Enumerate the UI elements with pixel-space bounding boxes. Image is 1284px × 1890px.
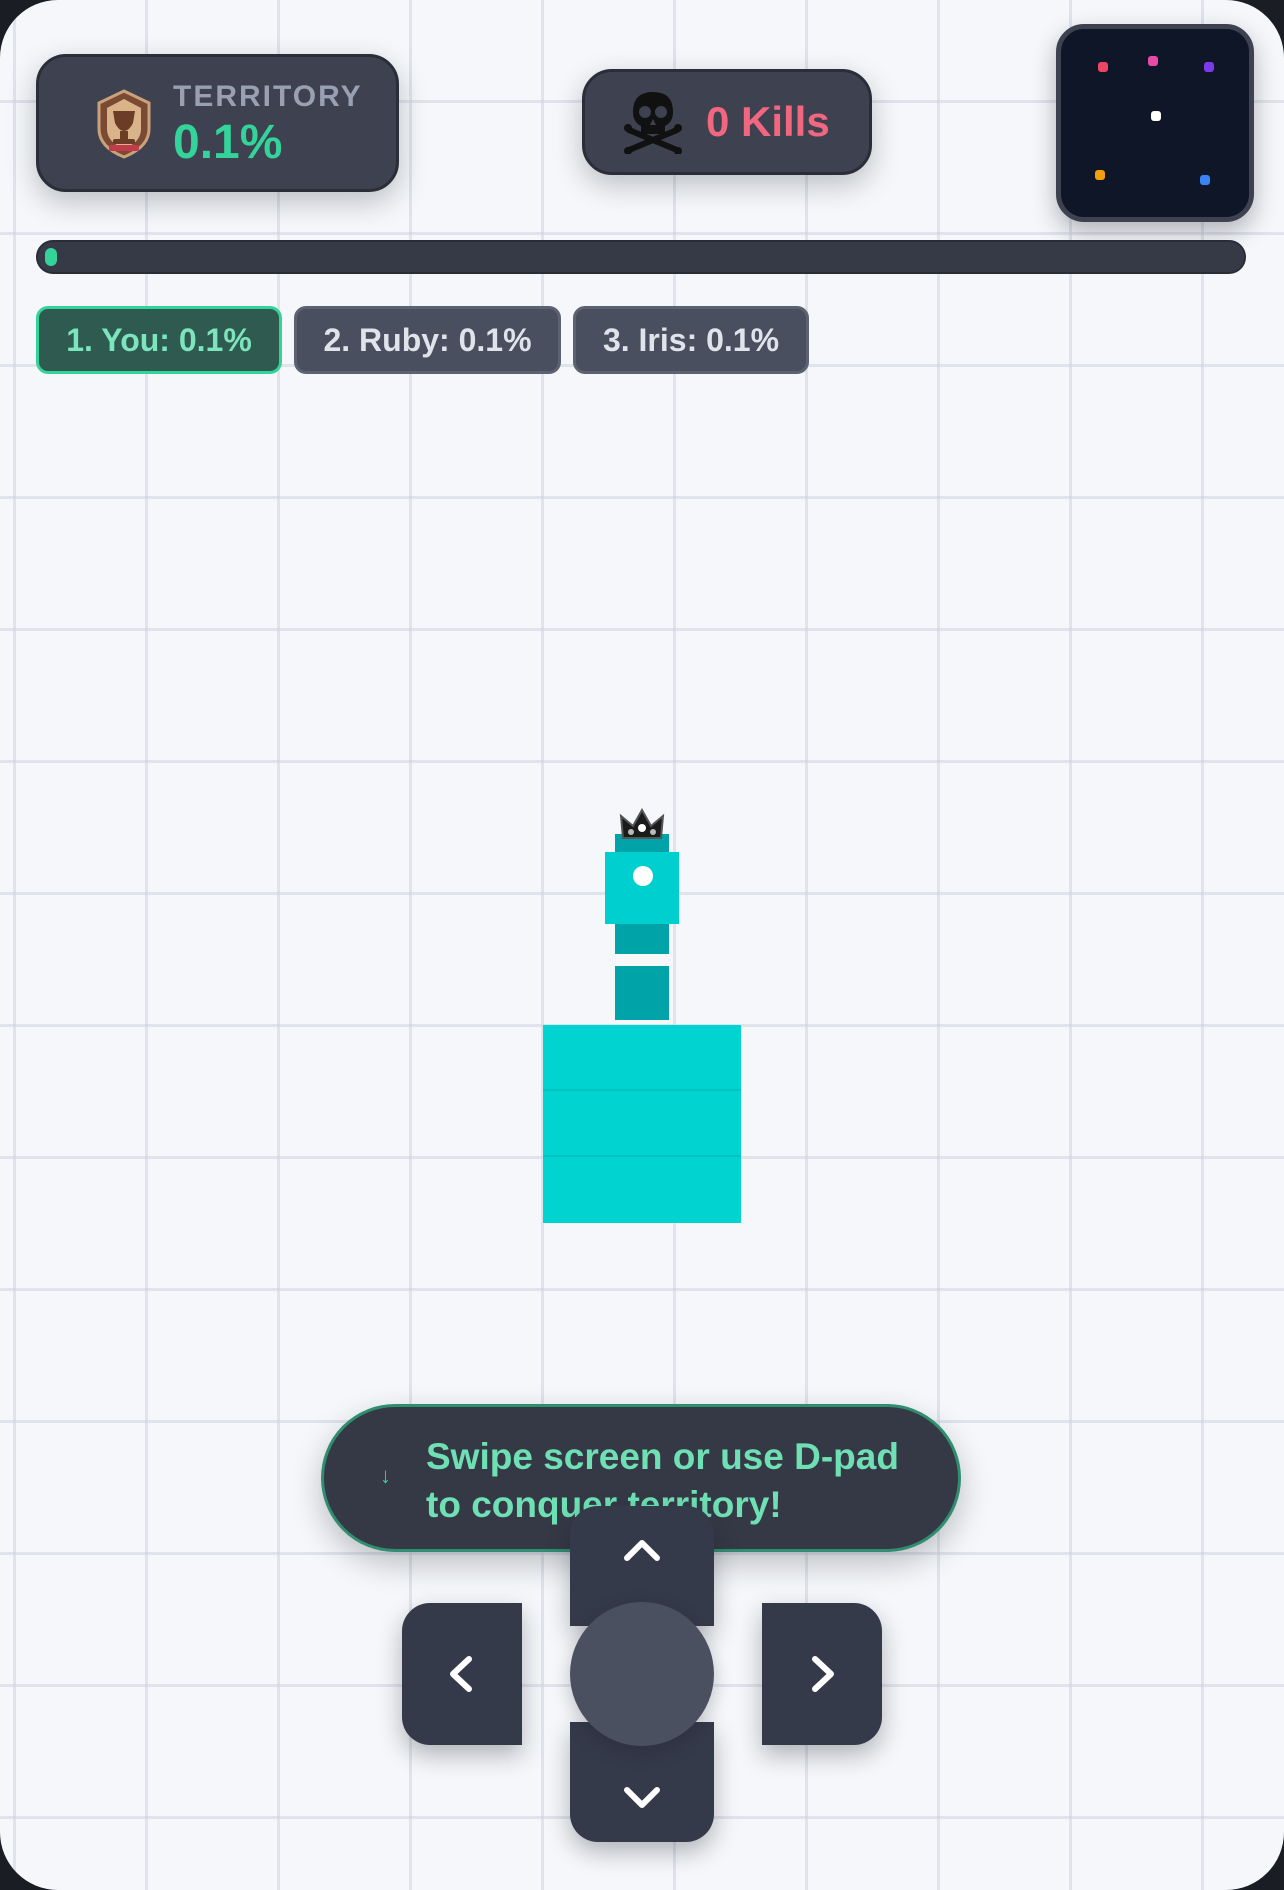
game-screen[interactable]: TERRITORY 0.1% 0 Kills 1. You: 0.1% 2. R…: [0, 0, 1284, 1890]
trophy-emblem-icon: [97, 89, 151, 159]
territory-label: TERRITORY: [173, 80, 363, 113]
dpad-left-button[interactable]: [402, 1603, 522, 1745]
minimap-player-dot: [1151, 111, 1161, 121]
skull-crossbones-icon: [624, 92, 682, 154]
minimap-player-dot: [1200, 175, 1210, 185]
dpad-right-button[interactable]: [762, 1603, 882, 1745]
player-trail: [615, 966, 669, 1020]
territory-progress-fill: [45, 248, 57, 266]
kills-card: 0 Kills: [582, 69, 872, 175]
minimap-player-dot: [1204, 62, 1214, 72]
player-trail: [615, 922, 669, 954]
chevron-down-icon: [624, 1787, 660, 1808]
minimap-player-dot: [1095, 170, 1105, 180]
minimap-player-dot: [1098, 62, 1108, 72]
chevron-right-icon: [812, 1656, 834, 1692]
player-territory: [543, 1025, 741, 1223]
territory-percentage: 0.1%: [173, 116, 283, 169]
player-head: [605, 852, 679, 924]
minimap: [1056, 24, 1254, 222]
kills-label: Kills: [741, 98, 830, 145]
player-eye: [633, 866, 653, 886]
leaderboard-entry-iris: 3. Iris: 0.1%: [573, 306, 809, 374]
kills-count: 0: [706, 98, 730, 145]
leaderboard-entry-you: 1. You: 0.1%: [36, 306, 282, 374]
territory-progress-bar: [36, 240, 1246, 274]
chevron-left-icon: [450, 1656, 472, 1692]
leaderboard-entry-ruby: 2. Ruby: 0.1%: [294, 306, 561, 374]
crown-icon: [619, 808, 665, 839]
arrow-down-icon: ↓: [380, 1463, 391, 1488]
chevron-up-icon: [624, 1540, 660, 1561]
minimap-player-dot: [1148, 56, 1158, 66]
territory-card: TERRITORY 0.1%: [36, 54, 399, 192]
dpad-center[interactable]: [570, 1602, 714, 1746]
